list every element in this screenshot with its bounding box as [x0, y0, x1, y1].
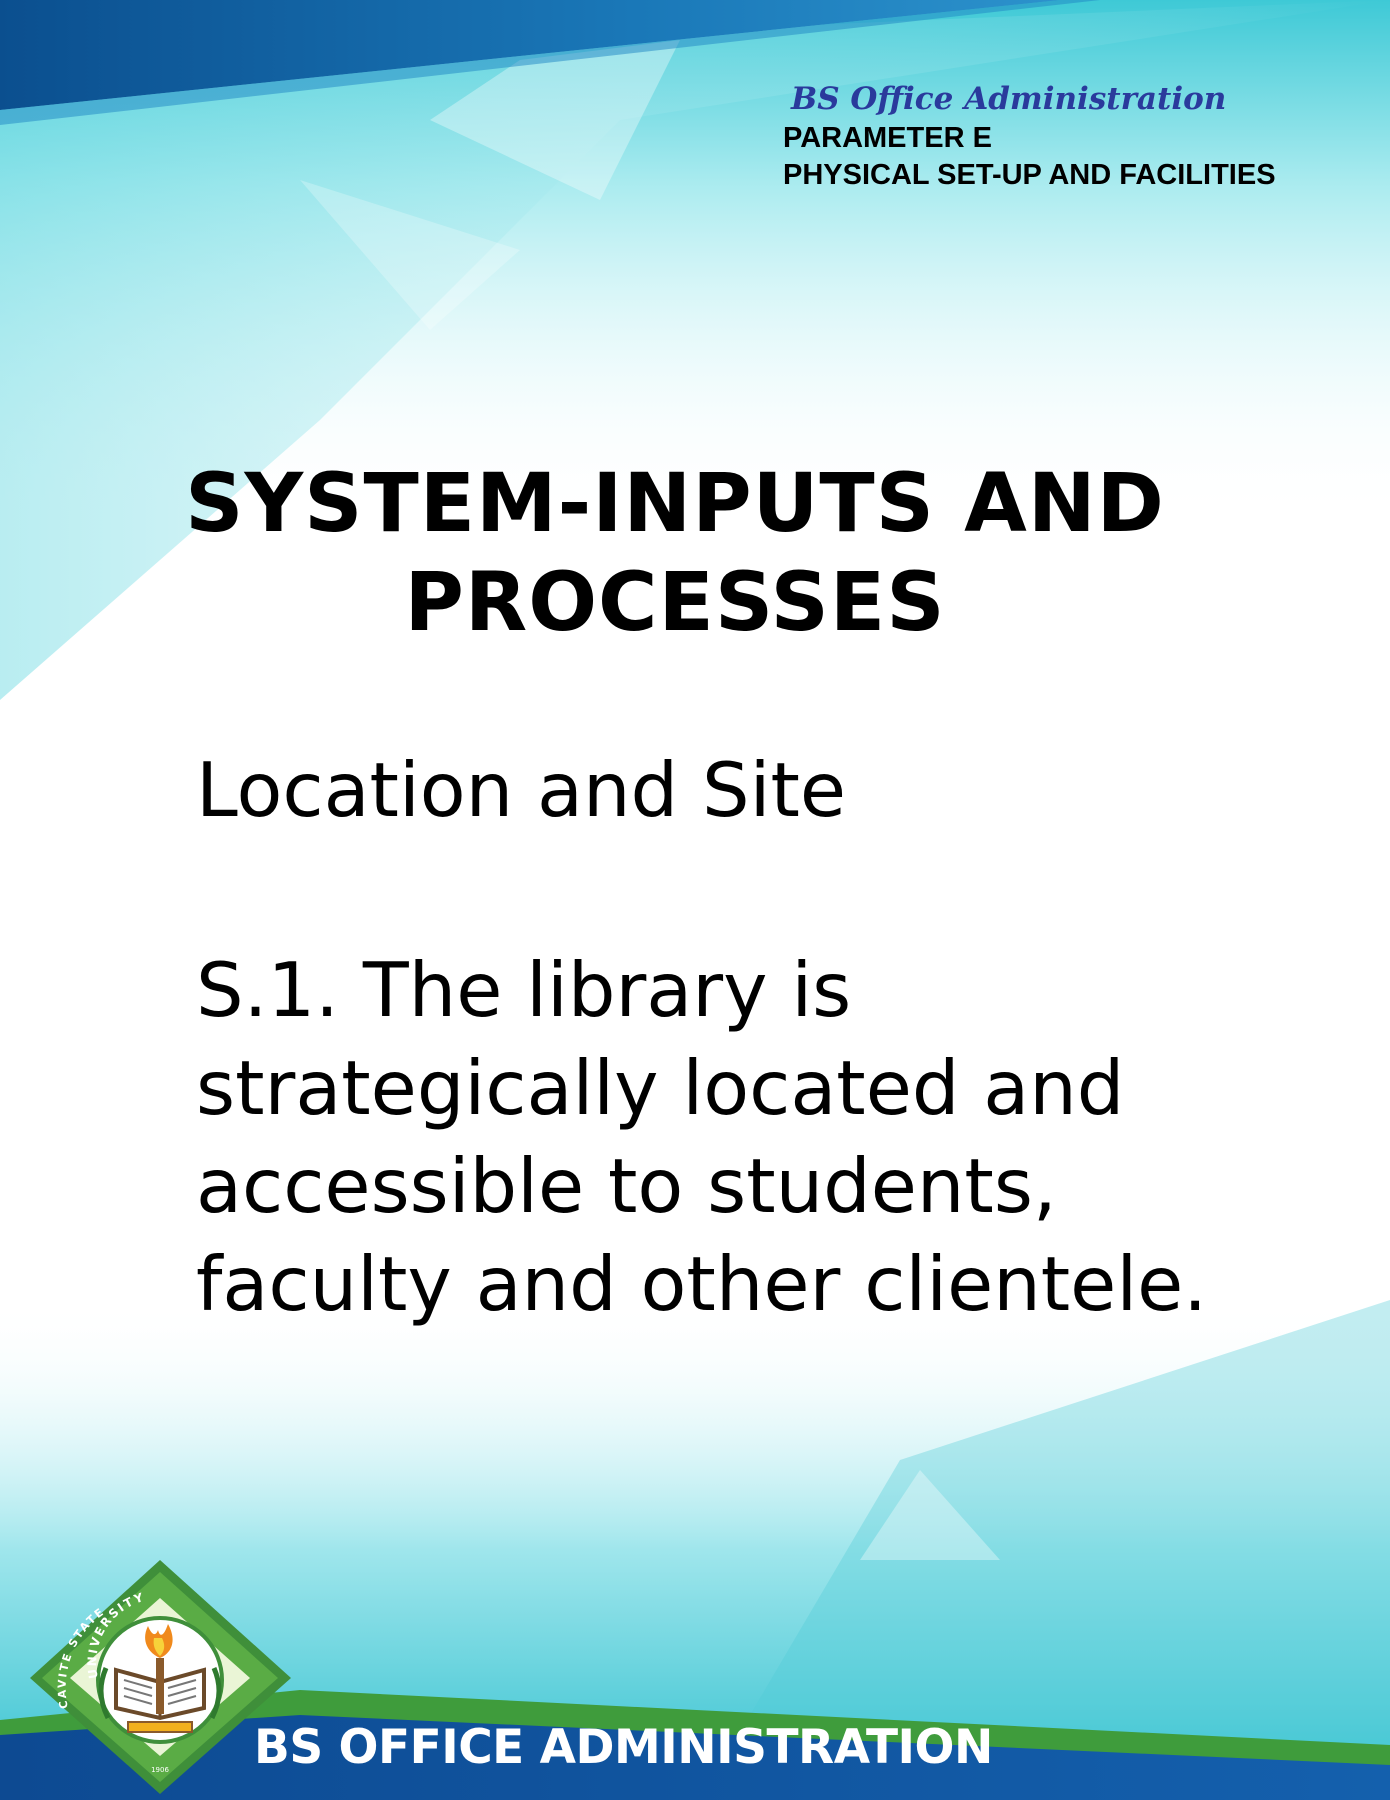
section-heading: Location and Site [196, 746, 846, 834]
statement-line: S.1. The library is [196, 946, 852, 1034]
statement-line: accessible to students, [196, 1142, 1057, 1230]
header-block: BS Office Administration PARAMETER E PHY… [783, 78, 1276, 194]
title-line-1: SYSTEM-INPUTS AND [185, 457, 1165, 551]
statement-line: strategically located and [196, 1044, 1125, 1132]
page-background [0, 0, 1390, 1800]
parameter-title: PHYSICAL SET-UP AND FACILITIES [783, 159, 1276, 191]
standard-statement: S.1. The library is strategically locate… [196, 941, 1346, 1333]
title-line-2: PROCESSES [404, 556, 946, 650]
svg-text:1906: 1906 [151, 1766, 169, 1774]
program-name: BS Office Administration [791, 81, 1227, 117]
footer-banner-text: BS OFFICE ADMINISTRATION [254, 1720, 993, 1775]
page-title: SYSTEM-INPUTS AND PROCESSES [100, 455, 1250, 653]
statement-line: faculty and other clientele. [196, 1240, 1208, 1328]
parameter-label: PARAMETER E [783, 122, 992, 154]
